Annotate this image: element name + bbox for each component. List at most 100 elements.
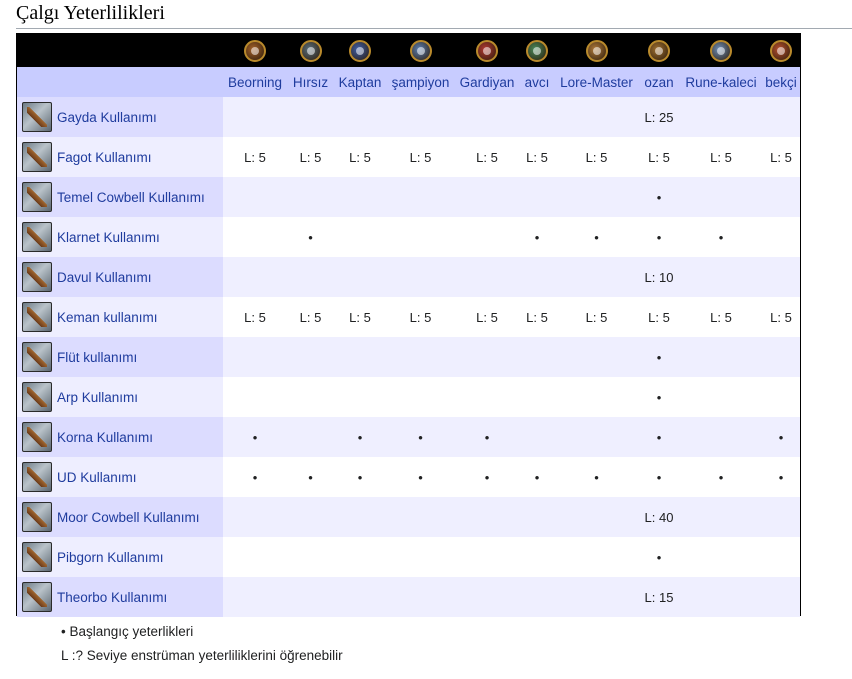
proficiency-table: Beorning Hırsız Kaptan şampiyon Gardiyan avcı… <box>17 34 800 617</box>
burglar-icon[interactable] <box>299 39 322 62</box>
instrument-cell: Keman kullanımı <box>17 297 223 337</box>
proficiency-cell <box>762 577 800 617</box>
instrument-link[interactable]: Moor Cowbell Kullanımı <box>57 510 200 525</box>
bagpipe-icon[interactable] <box>22 102 52 132</box>
proficiency-cell: • <box>638 377 680 417</box>
proficiency-cell <box>334 217 386 257</box>
class-header-7[interactable]: ozan <box>638 67 680 97</box>
proficiency-cell: L: 5 <box>680 137 762 177</box>
instrument-link[interactable]: Korna Kullanımı <box>57 430 153 445</box>
cowbell-icon[interactable] <box>22 182 52 212</box>
proficiency-cell <box>680 257 762 297</box>
proficiency-cell <box>680 337 762 377</box>
proficiency-cell <box>223 97 287 137</box>
instrument-cell: Korna Kullanımı <box>17 417 223 457</box>
instrument-link[interactable]: Keman kullanımı <box>57 310 158 325</box>
proficiency-cell: L: 5 <box>287 137 334 177</box>
proficiency-cell: • <box>638 417 680 457</box>
class-header-8[interactable]: Rune-kaleci <box>680 67 762 97</box>
moor-cowbell-icon[interactable] <box>22 502 52 532</box>
instrument-cell: Klarnet Kullanımı <box>17 217 223 257</box>
class-header-0[interactable]: Beorning <box>223 67 287 97</box>
proficiency-cell: • <box>638 217 680 257</box>
instrument-cell: Arp Kullanımı <box>17 377 223 417</box>
instrument-link[interactable]: Pibgorn Kullanımı <box>57 550 164 565</box>
pibgorn-icon[interactable] <box>22 542 52 572</box>
instrument-link[interactable]: UD Kullanımı <box>57 470 137 485</box>
instrument-link[interactable]: Temel Cowbell Kullanımı <box>57 190 205 205</box>
class-header-4[interactable]: Gardiyan <box>455 67 519 97</box>
proficiency-cell <box>680 577 762 617</box>
proficiency-cell <box>223 257 287 297</box>
table-row: Davul Kullanımı L: 10 <box>17 257 800 297</box>
table-row: Theorbo Kullanımı L: 15 <box>17 577 800 617</box>
instrument-link[interactable]: Davul Kullanımı <box>57 270 152 285</box>
class-header-2[interactable]: Kaptan <box>334 67 386 97</box>
class-header-5[interactable]: avcı <box>519 67 555 97</box>
proficiency-cell: • <box>287 217 334 257</box>
proficiency-cell <box>223 337 287 377</box>
proficiency-cell <box>287 377 334 417</box>
champion-icon[interactable] <box>409 39 432 62</box>
lute-icon[interactable] <box>22 462 52 492</box>
class-header-3[interactable]: şampiyon <box>386 67 455 97</box>
proficiency-cell: L: 5 <box>762 297 800 337</box>
horn-icon[interactable] <box>22 422 52 452</box>
rune-keeper-icon[interactable] <box>710 39 732 62</box>
proficiency-cell: • <box>555 217 638 257</box>
proficiency-cell: L: 5 <box>287 297 334 337</box>
proficiency-cell: • <box>638 457 680 497</box>
proficiency-cell: L: 5 <box>455 297 519 337</box>
lore-master-icon[interactable] <box>585 39 608 62</box>
hunter-icon[interactable] <box>526 39 548 62</box>
minstrel-icon[interactable] <box>648 39 670 62</box>
table-row: UD Kullanımı • • • • • • • • • • <box>17 457 800 497</box>
proficiency-cell <box>762 217 800 257</box>
proficiency-cell <box>762 497 800 537</box>
proficiency-cell <box>386 537 455 577</box>
proficiency-cell <box>287 177 334 217</box>
instrument-link[interactable]: Theorbo Kullanımı <box>57 590 167 605</box>
captain-icon[interactable] <box>349 39 371 62</box>
proficiency-cell <box>223 177 287 217</box>
drum-icon[interactable] <box>22 262 52 292</box>
proficiency-cell <box>680 417 762 457</box>
class-header-6[interactable]: Lore-Master <box>555 67 638 97</box>
proficiency-cell <box>386 257 455 297</box>
instrument-link[interactable]: Gayda Kullanımı <box>57 110 157 125</box>
proficiency-cell: • <box>762 417 800 457</box>
class-header-9[interactable]: bekçi <box>762 67 800 97</box>
table-row: Arp Kullanımı • <box>17 377 800 417</box>
class-icon-cell <box>638 34 680 67</box>
instrument-link[interactable]: Flüt kullanımı <box>57 350 137 365</box>
flute-icon[interactable] <box>22 342 52 372</box>
guardian-icon[interactable] <box>476 39 498 62</box>
proficiency-cell: • <box>762 457 800 497</box>
theorbo-icon[interactable] <box>22 582 52 612</box>
class-header-1[interactable]: Hırsız <box>287 67 334 97</box>
table-row: Pibgorn Kullanımı • <box>17 537 800 577</box>
proficiency-cell <box>762 257 800 297</box>
instrument-link[interactable]: Fagot Kullanımı <box>57 150 152 165</box>
bassoon-icon[interactable] <box>22 142 52 172</box>
fiddle-icon[interactable] <box>22 302 52 332</box>
proficiency-cell: L: 15 <box>638 577 680 617</box>
instrument-link[interactable]: Klarnet Kullanımı <box>57 230 160 245</box>
proficiency-cell <box>555 537 638 577</box>
warden-icon[interactable] <box>770 39 792 62</box>
proficiency-cell <box>762 337 800 377</box>
table-row: Fagot Kullanımı L: 5 L: 5 L: 5 L: 5 L: 5 L: 5L… <box>17 137 800 177</box>
proficiency-cell <box>287 257 334 297</box>
harp-icon[interactable] <box>22 382 52 412</box>
proficiency-cell <box>519 97 555 137</box>
clarinet-icon[interactable] <box>22 222 52 252</box>
page-title: Çalgı Yeterlilikleri <box>16 2 165 24</box>
table-row: Temel Cowbell Kullanımı • <box>17 177 800 217</box>
proficiency-cell <box>455 497 519 537</box>
proficiency-cell: • <box>287 457 334 497</box>
proficiency-cell <box>455 177 519 217</box>
proficiency-cell: L: 5 <box>386 137 455 177</box>
beorning-icon[interactable] <box>244 39 266 62</box>
instrument-link[interactable]: Arp Kullanımı <box>57 390 138 405</box>
proficiency-cell: • <box>223 417 287 457</box>
